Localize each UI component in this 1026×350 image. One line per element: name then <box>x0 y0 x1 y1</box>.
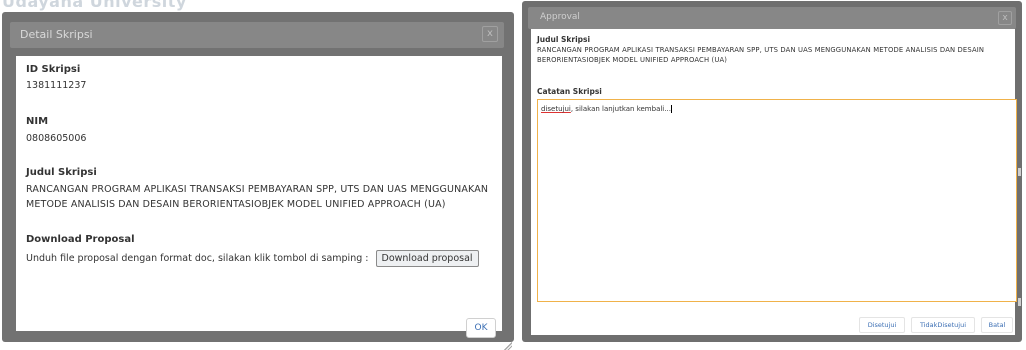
nim-value: 0808605006 <box>26 133 87 144</box>
approve-button[interactable]: Disetujui <box>859 317 905 333</box>
judul-skripsi-value: RANCANGAN PROGRAM APLIKASI TRANSAKSI PEM… <box>537 46 985 64</box>
ok-button[interactable]: OK <box>466 318 496 338</box>
approval-dialog-titlebar[interactable]: Approval x <box>528 7 1016 29</box>
judul-skripsi-value: RANCANGAN PROGRAM APLIKASI TRANSAKSI PEM… <box>26 184 489 210</box>
detail-dialog-titlebar[interactable]: Detail Skripsi x <box>10 22 504 48</box>
background-heading: Udayana University <box>2 0 187 11</box>
detail-dialog: Detail Skripsi x ID Skripsi 1381111237 N… <box>2 12 514 350</box>
catatan-skripsi-textarea[interactable]: disetujui, silakan lanjutkan kembali... <box>537 99 1017 302</box>
scrollbar-thumb[interactable] <box>1018 168 1021 176</box>
detail-dialog-body: ID Skripsi 1381111237 NIM 0808605006 Jud… <box>16 56 502 331</box>
detail-dialog-title: Detail Skripsi <box>20 28 93 41</box>
catatan-skripsi-label: Catatan Skripsi <box>537 87 602 96</box>
download-proposal-button[interactable]: Download proposal <box>375 250 479 267</box>
id-skripsi-label: ID Skripsi <box>26 64 81 75</box>
id-skripsi-value: 1381111237 <box>26 80 87 91</box>
text-caret <box>670 105 672 113</box>
approval-dialog-title: Approval <box>540 12 580 22</box>
download-row: Unduh file proposal dengan format doc, s… <box>26 250 479 267</box>
download-instructions: Unduh file proposal dengan format doc, s… <box>26 253 369 264</box>
close-icon[interactable]: x <box>482 26 498 42</box>
catatan-skripsi-rest: , silakan lanjutkan kembali... <box>570 105 671 113</box>
approval-dialog-body: Judul Skripsi RANCANGAN PROGRAM APLIKASI… <box>531 29 1017 335</box>
cancel-button[interactable]: Batal <box>981 317 1013 333</box>
judul-skripsi-label: Judul Skripsi <box>537 35 591 44</box>
approval-dialog: Approval x Judul Skripsi RANCANGAN PROGR… <box>522 1 1022 342</box>
download-proposal-label: Download Proposal <box>26 234 135 245</box>
resize-grip-icon[interactable] <box>504 342 512 350</box>
catatan-skripsi-text: disetujui, silakan lanjutkan kembali... <box>541 105 672 113</box>
close-icon[interactable]: x <box>998 11 1012 25</box>
judul-skripsi-label: Judul Skripsi <box>26 167 97 178</box>
nim-label: NIM <box>26 116 49 127</box>
scrollbar-thumb[interactable] <box>1018 298 1021 306</box>
catatan-skripsi-spellcheck-word: disetujui <box>541 105 571 113</box>
reject-button[interactable]: TidakDisetujui <box>911 317 975 333</box>
